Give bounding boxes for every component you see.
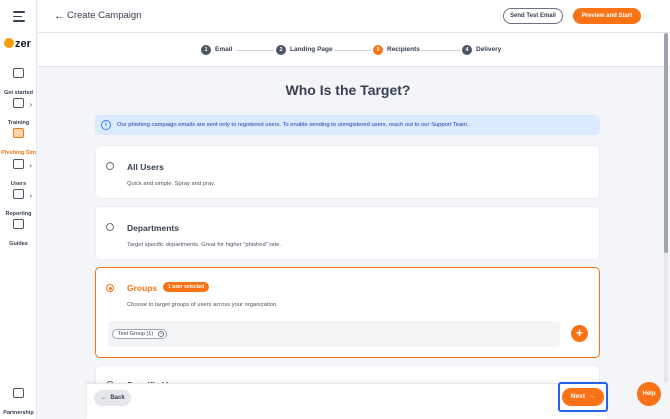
building-icon bbox=[13, 388, 24, 398]
step-connector bbox=[422, 50, 460, 51]
radio-departments[interactable] bbox=[106, 223, 114, 231]
chevron-right-icon: › bbox=[29, 161, 32, 170]
arrow-left-icon: ← bbox=[101, 395, 107, 401]
help-button[interactable]: Help bbox=[637, 382, 661, 406]
sidebar: zer Get started › Training Phishing Sim … bbox=[0, 0, 37, 419]
add-group-button[interactable]: + bbox=[571, 325, 588, 342]
radio-groups[interactable] bbox=[106, 284, 114, 292]
section-title: Who Is the Target? bbox=[285, 82, 411, 98]
chevron-right-icon: › bbox=[29, 100, 32, 109]
sidebar-item-users[interactable]: › Users bbox=[0, 159, 37, 190]
next-button[interactable]: Next → bbox=[562, 388, 604, 406]
campaign-stepper: 1 Email 2 Landing Page 3 Recipients 4 Delive… bbox=[38, 33, 670, 67]
report-icon bbox=[13, 189, 24, 199]
step-connector bbox=[236, 50, 274, 51]
step-delivery[interactable]: 4 Delivery bbox=[462, 45, 501, 55]
sidebar-item-reporting[interactable]: › Reporting bbox=[0, 189, 37, 220]
hook-icon bbox=[13, 128, 24, 138]
scrollbar-thumb[interactable] bbox=[664, 33, 668, 253]
group-picker[interactable]: Test Group (1) × bbox=[108, 321, 560, 347]
group-chip: Test Group (1) × bbox=[112, 329, 168, 339]
logo[interactable]: zer bbox=[4, 38, 31, 50]
page-scrollbar[interactable] bbox=[664, 33, 668, 383]
sidebar-item-training[interactable]: › Training bbox=[0, 98, 37, 129]
back-arrow-icon[interactable]: ← bbox=[54, 10, 65, 22]
page-title: Create Campaign bbox=[67, 10, 142, 21]
graduation-icon bbox=[13, 98, 24, 108]
chevron-right-icon: › bbox=[29, 191, 32, 200]
info-banner: i Our phishing campaign emails are sent … bbox=[95, 115, 600, 135]
step-landing-page[interactable]: 2 Landing Page bbox=[276, 45, 333, 55]
radio-all-users[interactable] bbox=[106, 162, 114, 170]
arrow-right-icon: → bbox=[588, 393, 596, 400]
info-icon: i bbox=[101, 120, 111, 130]
selection-count-badge: 1 user selected bbox=[163, 282, 210, 292]
step-recipients[interactable]: 3 Recipients bbox=[373, 45, 420, 55]
remove-chip-icon[interactable]: × bbox=[158, 331, 165, 337]
sidebar-item-get-started[interactable]: Get started bbox=[0, 68, 37, 99]
step-connector bbox=[334, 50, 371, 51]
preview-and-start-button[interactable]: Preview and Start bbox=[573, 8, 641, 24]
option-all-users[interactable]: All Users Quick and simple. Spray and pr… bbox=[95, 145, 600, 199]
menu-icon[interactable] bbox=[13, 11, 25, 25]
sidebar-item-phishing-sim[interactable]: Phishing Sim bbox=[0, 128, 37, 159]
sidebar-item-partnership[interactable]: Partnership bbox=[0, 388, 37, 419]
rocket-icon bbox=[13, 68, 24, 78]
option-departments[interactable]: Departments Target specific departments.… bbox=[95, 206, 600, 260]
book-icon bbox=[13, 219, 24, 229]
info-text: Our phishing campaign emails are sent on… bbox=[117, 122, 469, 128]
users-icon bbox=[13, 159, 24, 169]
sidebar-item-guides[interactable]: Guides bbox=[0, 219, 37, 250]
send-test-email-button[interactable]: Send Test Email bbox=[503, 8, 563, 24]
step-email[interactable]: 1 Email bbox=[201, 45, 232, 55]
option-groups[interactable]: Groups 1 user selected Choose to target … bbox=[95, 267, 600, 358]
back-button[interactable]: ← Back bbox=[94, 390, 131, 406]
wizard-footer: ← Back bbox=[87, 383, 607, 419]
top-header: ← Create Campaign Send Test Email Previe… bbox=[38, 0, 670, 33]
